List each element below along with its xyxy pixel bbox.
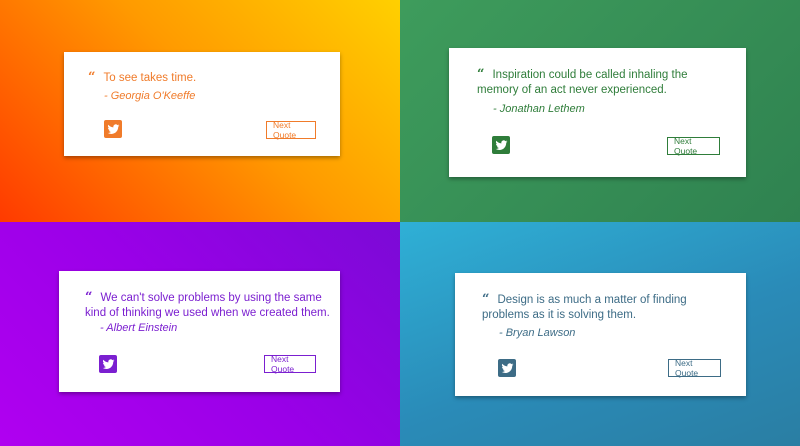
quote-text-green: “Inspiration could be called inhaling th… [477, 67, 688, 96]
quote-author-purple: - Albert Einstein [100, 322, 178, 334]
quote-text-orange: “To see takes time. [88, 70, 197, 85]
twitter-button-green[interactable] [492, 136, 510, 154]
panel-orange: “To see takes time. - Georgia O'Keeffe N… [0, 0, 400, 222]
quote-text-blue: “Design is as much a matter of finding p… [482, 292, 687, 321]
quote-mark-icon: “ [88, 70, 96, 85]
next-quote-button-green[interactable]: Next Quote [667, 136, 720, 156]
next-quote-button-orange[interactable]: Next Quote [266, 120, 316, 140]
twitter-icon [102, 358, 114, 369]
twitter-icon [501, 362, 513, 373]
quote-author-green: - Jonathan Lethem [493, 103, 585, 115]
quote-mark-icon: “ [85, 290, 93, 305]
next-quote-button-blue[interactable]: Next Quote [668, 358, 721, 378]
twitter-button-blue[interactable] [498, 359, 516, 377]
quote-mark-icon: “ [482, 292, 490, 307]
quote-card-green: “Inspiration could be called inhaling th… [449, 48, 746, 177]
quote-author-blue: - Bryan Lawson [499, 327, 576, 339]
twitter-button-orange[interactable] [104, 120, 122, 138]
panel-purple: “We can't solve problems by using the sa… [0, 222, 400, 446]
next-quote-button-purple[interactable]: Next Quote [264, 354, 316, 374]
quote-text-purple: “We can't solve problems by using the sa… [85, 290, 330, 319]
quote-author-orange: - Georgia O'Keeffe [104, 90, 196, 102]
quote-card-purple: “We can't solve problems by using the sa… [59, 271, 340, 392]
quote-card-blue: “Design is as much a matter of finding p… [455, 273, 746, 396]
twitter-button-purple[interactable] [99, 355, 117, 373]
panel-blue: “Design is as much a matter of finding p… [400, 222, 800, 446]
quote-card-orange: “To see takes time. - Georgia O'Keeffe N… [64, 52, 340, 156]
quote-mark-icon: “ [477, 67, 485, 82]
twitter-icon [107, 123, 119, 134]
panel-green: “Inspiration could be called inhaling th… [400, 0, 800, 222]
twitter-icon [495, 139, 507, 150]
quote-machine-grid: “To see takes time. - Georgia O'Keeffe N… [0, 0, 800, 446]
